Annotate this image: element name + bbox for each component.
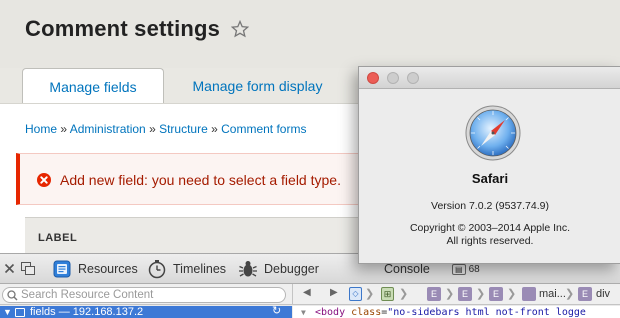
app-name: Safari <box>471 171 509 186</box>
crumb-separator-icon: ❯ <box>565 288 575 300</box>
dom-attr-value: "no-sidebars html not-front logge <box>387 307 586 318</box>
breadcrumb-home[interactable]: Home <box>25 122 57 136</box>
dock-icon[interactable] <box>21 262 35 275</box>
element-icon <box>522 287 536 301</box>
zoom-window-button[interactable] <box>407 72 419 84</box>
copyright-text: Copyright © 2003–2014 Apple Inc. <box>409 222 571 234</box>
element-crumb-2[interactable]: E <box>458 287 472 301</box>
minimize-window-button[interactable] <box>387 72 399 84</box>
forward-arrow-icon[interactable]: ▶ <box>330 287 338 298</box>
crumb-separator-icon: ❯ <box>399 288 409 300</box>
crumb-separator-icon: ❯ <box>445 288 455 300</box>
screen: Comment settings Manage fields Manage fo… <box>0 0 620 318</box>
resource-search-input[interactable]: Search Resource Content <box>2 287 286 303</box>
element-crumb-div[interactable]: div <box>596 288 610 300</box>
page-title: Comment settings <box>25 16 221 41</box>
tab-manage-form-display[interactable]: Manage form display <box>170 68 345 104</box>
element-crumb-1[interactable]: E <box>427 287 441 301</box>
resources-label: Resources <box>78 262 138 276</box>
error-icon <box>37 173 51 187</box>
frame-icon[interactable]: ⊞ <box>381 287 394 301</box>
element-crumb-3[interactable]: E <box>489 287 503 301</box>
disclosure-triangle-icon[interactable]: ▼ <box>3 306 12 318</box>
resources-tab[interactable]: Resources <box>53 254 138 284</box>
console-label: Console <box>384 262 430 276</box>
timelines-label: Timelines <box>173 262 227 276</box>
close-window-button[interactable] <box>367 72 379 84</box>
dom-breadcrumb-bar: ◀ ▶ ◇ ❯ ⊞ ❯ E ❯ E ❯ E ❯ mai... ❯ E div <box>292 284 620 305</box>
debugger-label: Debugger <box>264 262 319 276</box>
crumb-separator-icon: ❯ <box>507 288 517 300</box>
dom-tag-open: <body <box>315 307 352 318</box>
console-count-badge[interactable]: ▤ 68 <box>452 262 480 276</box>
resource-tree-label: fields — 192.168.137.2 <box>30 306 144 318</box>
element-crumb-main[interactable]: mai... <box>539 288 566 300</box>
element-crumb-5[interactable]: E <box>578 287 592 301</box>
dom-attr-name: class <box>351 307 382 318</box>
console-count: 68 <box>468 263 480 275</box>
resources-icon <box>53 260 71 278</box>
breadcrumb-structure[interactable]: Structure <box>159 122 208 136</box>
resource-tree-item[interactable]: ▼ fields — 192.168.137.2 ↻ <box>0 305 292 318</box>
crumb-separator-icon: ❯ <box>365 288 375 300</box>
dom-tree-line[interactable]: ▼ <body class="no-sidebars html not-fron… <box>293 306 620 318</box>
debugger-tab[interactable]: Debugger <box>238 254 319 284</box>
page-icon <box>15 308 25 317</box>
safari-compass-icon <box>465 105 521 161</box>
rights-text: All rights reserved. <box>446 235 534 247</box>
search-placeholder: Search Resource Content <box>21 289 154 301</box>
debugger-icon <box>239 261 257 277</box>
tab-manage-fields[interactable]: Manage fields <box>22 68 164 104</box>
close-icon[interactable] <box>4 263 15 274</box>
back-arrow-icon[interactable]: ◀ <box>303 287 311 298</box>
reload-icon[interactable]: ↻ <box>272 305 281 318</box>
dom-disclosure-icon[interactable]: ▼ <box>301 306 306 318</box>
breadcrumb: Home » Administration » Structure » Comm… <box>25 122 307 136</box>
about-safari-window: Safari Version 7.0.2 (9537.74.9) Copyrig… <box>358 66 620 264</box>
breadcrumb-administration[interactable]: Administration <box>70 122 146 136</box>
version-text: Version 7.0.2 (9537.74.9) <box>431 200 549 212</box>
crumb-separator-icon: ❯ <box>476 288 486 300</box>
document-icon[interactable]: ◇ <box>349 287 362 301</box>
error-text: Add new field: you need to select a fiel… <box>60 172 341 188</box>
window-titlebar[interactable] <box>359 67 620 89</box>
timelines-tab[interactable]: Timelines <box>147 254 226 284</box>
page-header: Comment settings <box>0 0 620 68</box>
console-message-icon: ▤ <box>452 263 466 275</box>
breadcrumb-comment-forms[interactable]: Comment forms <box>221 122 306 136</box>
label-column-header: LABEL <box>38 232 78 244</box>
star-icon[interactable] <box>231 20 249 38</box>
inspector-navbar: Search Resource Content ◀ ▶ ◇ ❯ ⊞ ❯ E ❯ … <box>0 284 620 305</box>
search-icon <box>7 290 18 301</box>
timelines-icon <box>148 260 166 279</box>
